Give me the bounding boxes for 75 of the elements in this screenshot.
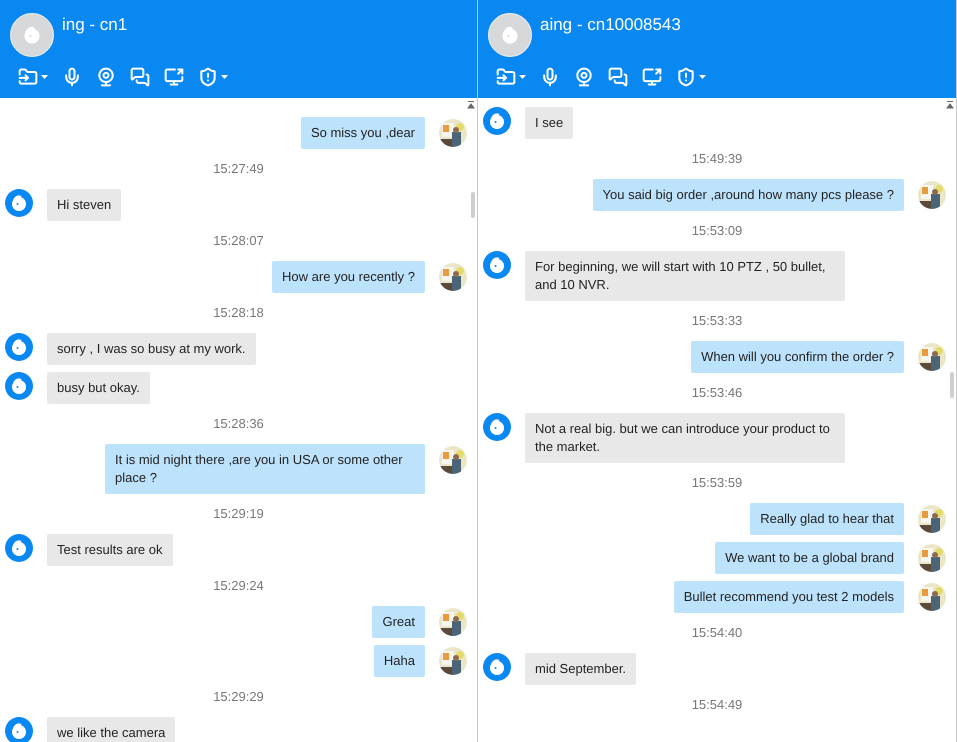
bot-avatar-icon: [5, 333, 33, 361]
message-bubble: Test results are ok: [47, 534, 172, 566]
message-bubble: I see: [525, 107, 574, 139]
scrollbar-thumb[interactable]: [471, 192, 475, 218]
timestamp: 15:29:24: [213, 578, 264, 593]
report-button[interactable]: [676, 67, 706, 87]
caret-icon: [41, 75, 48, 79]
report-button[interactable]: [198, 67, 228, 87]
bot-avatar-icon: [5, 372, 33, 400]
microphone-icon: [540, 67, 560, 87]
message-bubble: Bullet recommend you test 2 models: [674, 581, 904, 613]
screen-icon: [164, 67, 184, 87]
message-bubble: busy but okay.: [47, 372, 150, 404]
caret-icon: [221, 75, 228, 79]
timestamp: 15:28:07: [213, 233, 264, 248]
message-bubble: When will you confirm the order ?: [691, 341, 904, 373]
timestamp: 15:28:18: [213, 305, 264, 320]
bot-avatar-icon: [5, 189, 33, 217]
timestamp: 15:54:49: [692, 697, 742, 712]
bot-avatar-icon: [5, 534, 33, 562]
folder-icon: [18, 67, 38, 87]
bot-avatar-icon: [483, 107, 511, 135]
scroll-up-icon[interactable]: [467, 100, 475, 109]
shield-icon: [676, 67, 696, 87]
window-title: ing - cn1: [62, 15, 128, 35]
screen-share-button[interactable]: [642, 67, 662, 87]
message-bubble: Not a real big. but we can introduce your product to the market.: [525, 413, 845, 463]
timestamp: 15:28:36: [213, 416, 264, 431]
message-bubble: Really glad to hear that: [750, 503, 904, 535]
voice-button[interactable]: [540, 67, 560, 87]
message-bubble: For beginning, we will start with 10 PTZ , 50 bullet, and 10 NVR.: [525, 251, 845, 301]
timestamp: 15:54:40: [692, 625, 742, 640]
voice-button[interactable]: [62, 67, 82, 87]
file-transfer-button[interactable]: [496, 67, 526, 87]
video-button[interactable]: [96, 67, 116, 87]
message-bubble: mid September.: [525, 653, 636, 685]
timestamp: 15:29:29: [213, 689, 264, 704]
window-title: aing - cn10008543: [540, 15, 681, 35]
timestamp: 15:53:09: [692, 223, 742, 238]
webcam-icon: [574, 67, 594, 87]
timestamp: 15:49:39: [692, 151, 742, 166]
message-bubble: sorry , I was so busy at my work.: [47, 333, 256, 365]
chat-icon: [608, 67, 628, 87]
caret-icon: [699, 75, 706, 79]
scroll-up-icon[interactable]: [946, 100, 954, 109]
scrollbar-thumb[interactable]: [950, 372, 954, 398]
message-bubble: we like the camera: [47, 717, 176, 742]
message-bubble: We want to be a global brand: [715, 542, 904, 574]
file-transfer-button[interactable]: [18, 67, 48, 87]
message-bubble: How are you recently ?: [272, 261, 425, 293]
caret-icon: [519, 75, 526, 79]
microphone-icon: [62, 67, 82, 87]
bot-avatar-icon: [483, 653, 511, 681]
message-bubble: Great: [372, 606, 425, 638]
message-bubble: Hi steven: [47, 189, 122, 221]
chat-button[interactable]: [130, 67, 150, 87]
folder-icon: [496, 67, 516, 87]
screen-share-button[interactable]: [164, 67, 184, 87]
shield-icon: [198, 67, 218, 87]
timestamp: 15:27:49: [213, 161, 264, 176]
timestamp: 15:53:33: [692, 313, 742, 328]
bot-avatar-icon: [483, 413, 511, 441]
chat-button[interactable]: [608, 67, 628, 87]
message-bubble: Haha: [374, 645, 425, 677]
bot-avatar-icon: [483, 251, 511, 279]
timestamp: 15:29:19: [213, 506, 264, 521]
message-bubble: So miss you ,dear: [300, 117, 425, 149]
chat-icon: [130, 67, 150, 87]
timestamp: 15:53:59: [692, 475, 742, 490]
screen-icon: [642, 67, 662, 87]
webcam-icon: [96, 67, 116, 87]
message-bubble: It is mid night there ,are you in USA or some other place ?: [105, 444, 425, 494]
timestamp: 15:53:46: [692, 385, 742, 400]
message-bubble: You said big order ,around how many pcs please ?: [592, 179, 904, 211]
video-button[interactable]: [574, 67, 594, 87]
